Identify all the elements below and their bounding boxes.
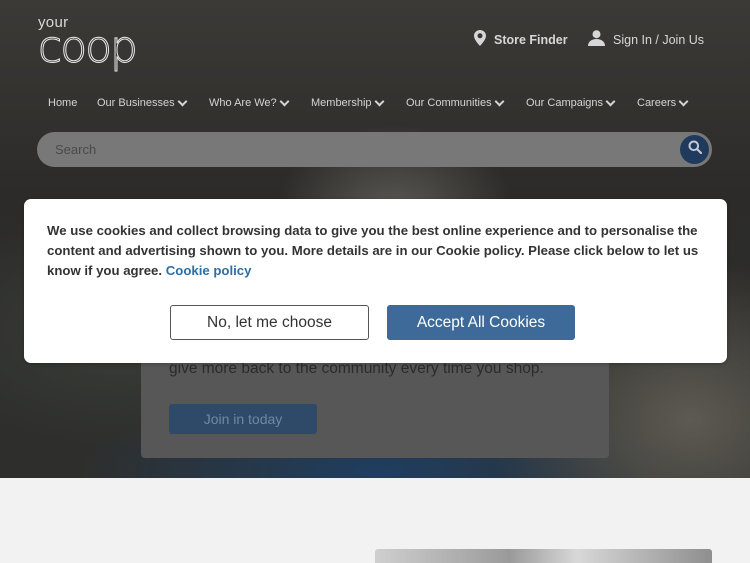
nav-item-our-campaigns[interactable]: Our Campaigns: [526, 96, 616, 109]
sign-in-link[interactable]: Sign In / Join Us: [588, 30, 704, 49]
logo-main-text: coop: [38, 22, 139, 73]
chevron-down-icon: [279, 96, 290, 107]
cookie-message-text: We use cookies and collect browsing data…: [47, 223, 699, 278]
search-button[interactable]: [680, 135, 709, 164]
search-icon: [688, 140, 702, 159]
coop-logo[interactable]: your coop: [38, 14, 139, 73]
nav-item-our-businesses[interactable]: Our Businesses: [97, 96, 188, 109]
nav-item-home[interactable]: Home: [48, 97, 77, 109]
main-nav: Home Our Businesses Who Are We? Membersh…: [0, 96, 750, 111]
chevron-down-icon: [494, 96, 505, 107]
store-finder-link[interactable]: Store Finder: [474, 30, 568, 49]
nav-item-who-are-we[interactable]: Who Are We?: [209, 96, 290, 109]
nav-item-label: Membership: [311, 97, 372, 109]
nav-item-our-communities[interactable]: Our Communities: [406, 96, 505, 109]
search-input[interactable]: [55, 132, 655, 167]
nav-item-membership[interactable]: Membership: [311, 96, 384, 109]
choose-cookies-button[interactable]: No, let me choose: [170, 305, 369, 340]
nav-item-label: Our Communities: [406, 97, 492, 109]
location-pin-icon: [474, 30, 486, 49]
nav-item-label: Who Are We?: [209, 97, 277, 109]
cookie-policy-link[interactable]: Cookie policy: [166, 263, 252, 278]
nav-item-careers[interactable]: Careers: [637, 96, 689, 109]
sign-in-label: Sign In / Join Us: [613, 32, 705, 47]
cookie-consent-dialog: We use cookies and collect browsing data…: [24, 199, 727, 363]
chevron-down-icon: [374, 96, 384, 107]
user-icon: [588, 30, 605, 49]
content-image: [375, 549, 712, 563]
nav-item-label: Our Businesses: [97, 97, 175, 109]
nav-item-label: Home: [48, 97, 78, 109]
chevron-down-icon: [177, 96, 188, 107]
join-button[interactable]: Join in today: [169, 404, 317, 434]
chevron-down-icon: [605, 96, 616, 107]
nav-item-label: Careers: [637, 97, 677, 109]
nav-item-label: Our Campaigns: [526, 97, 604, 109]
search-bar: [37, 132, 712, 167]
chevron-down-icon: [678, 96, 689, 107]
cookie-message: We use cookies and collect browsing data…: [47, 221, 707, 281]
store-finder-label: Store Finder: [494, 32, 568, 47]
accept-cookies-button[interactable]: Accept All Cookies: [387, 305, 575, 340]
